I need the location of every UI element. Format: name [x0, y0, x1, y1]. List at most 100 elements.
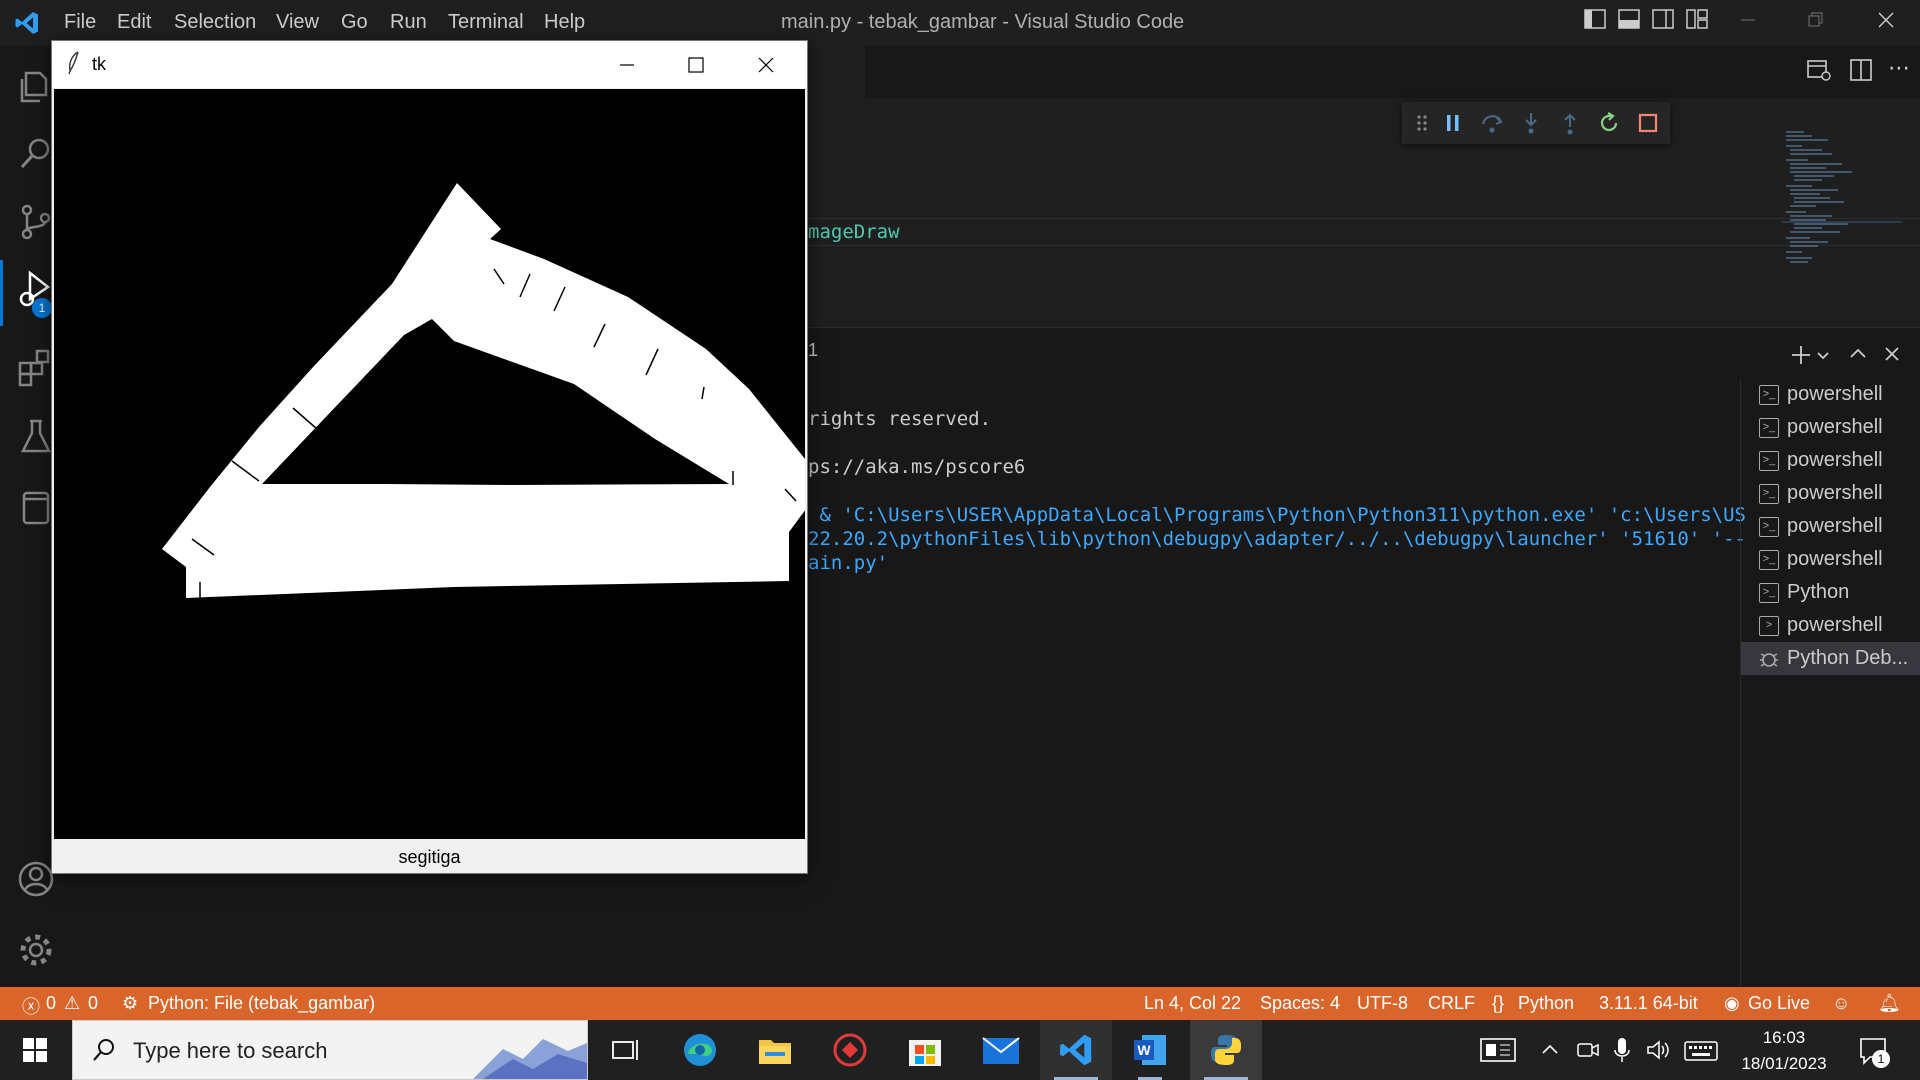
terminal-tab[interactable]: >_ powershell: [1741, 510, 1920, 543]
terminal-tab[interactable]: >_ powershell: [1741, 543, 1920, 576]
python-app-icon[interactable]: [1190, 1020, 1262, 1080]
notifications-bell-icon[interactable]: 🔔︎: [1878, 993, 1901, 1014]
more-actions-icon[interactable]: ⋯: [1886, 55, 1912, 81]
restart-icon[interactable]: [1596, 110, 1622, 136]
tk-minimize-icon[interactable]: [617, 55, 637, 75]
microphone-icon[interactable]: [1612, 1036, 1632, 1064]
terminal-line: & 'C:\Users\USER\AppData\Local\Programs\…: [808, 504, 1746, 526]
customize-layout-icon[interactable]: [1682, 8, 1712, 38]
vscode-logo-icon: [15, 12, 38, 34]
meet-now-icon[interactable]: [1576, 1038, 1600, 1062]
terminal-tab[interactable]: >_ powershell: [1741, 411, 1920, 444]
go-live[interactable]: Go Live: [1748, 993, 1810, 1014]
drawing-canvas[interactable]: [54, 89, 806, 839]
menu-run[interactable]: Run: [390, 11, 427, 34]
terminal-icon: >_: [1759, 550, 1779, 570]
prediction-label: segitiga: [398, 847, 461, 867]
vscode-title-bar: File Edit Selection View Go Run Terminal…: [0, 0, 1920, 45]
new-terminal-icon[interactable]: [1786, 340, 1816, 370]
tk-window-title: tk: [92, 54, 107, 74]
tk-close-icon[interactable]: [756, 55, 776, 75]
close-panel-icon[interactable]: [1880, 342, 1904, 366]
drag-handle-icon[interactable]: [1410, 110, 1436, 136]
svg-text:W: W: [1137, 1042, 1151, 1058]
stop-icon[interactable]: [1635, 110, 1661, 136]
python-interpreter[interactable]: 3.11.1 64-bit: [1599, 993, 1698, 1014]
warning-icon[interactable]: ⚠: [64, 993, 80, 1014]
code-fragment: mageDraw: [808, 221, 900, 243]
word-icon[interactable]: W: [1114, 1020, 1186, 1080]
cursor-position[interactable]: Ln 4, Col 22: [1144, 993, 1241, 1014]
step-into-icon[interactable]: [1518, 110, 1544, 136]
close-icon[interactable]: [1871, 8, 1901, 38]
task-view-icon[interactable]: [590, 1020, 662, 1080]
panel-tab-fragment[interactable]: 1: [808, 340, 818, 364]
debug-config[interactable]: Python: File (tebak_gambar): [148, 993, 375, 1014]
language-icon: {}: [1492, 993, 1505, 1013]
restore-icon[interactable]: [1801, 8, 1831, 38]
search-placeholder: Type here to search: [133, 1038, 328, 1063]
warning-count[interactable]: 0: [88, 993, 98, 1014]
terminal-tab[interactable]: >_ Python: [1741, 576, 1920, 609]
menu-view[interactable]: View: [276, 11, 319, 34]
security-app-icon[interactable]: [814, 1020, 886, 1080]
menu-selection[interactable]: Selection: [174, 11, 256, 34]
menu-file[interactable]: File: [64, 11, 96, 34]
terminal-tab[interactable]: >_ powershell: [1741, 378, 1920, 411]
debug-badge: 1: [32, 298, 52, 318]
step-out-icon[interactable]: [1557, 110, 1583, 136]
window-title: main.py - tebak_gambar - Visual Studio C…: [781, 11, 1185, 33]
error-icon[interactable]: ⓧ: [22, 993, 40, 1019]
tk-maximize-icon[interactable]: [686, 55, 706, 75]
terminal-icon: >_: [1759, 385, 1779, 405]
terminal-icon: >_: [1759, 484, 1779, 504]
indentation[interactable]: Spaces: 4: [1260, 993, 1340, 1014]
chevron-down-icon[interactable]: [1814, 346, 1832, 364]
menu-go[interactable]: Go: [341, 11, 368, 34]
clock-date: 18/01/2023: [1741, 1054, 1827, 1073]
vscode-taskbar-icon[interactable]: [1040, 1020, 1112, 1080]
volume-icon[interactable]: [1646, 1038, 1672, 1062]
clock[interactable]: 16:03 18/01/2023: [1734, 1026, 1834, 1076]
error-count[interactable]: 0: [46, 993, 56, 1014]
debug-config-icon: ⚙: [122, 993, 139, 1013]
feedback-icon[interactable]: ☺: [1832, 993, 1850, 1014]
toggle-panel-icon[interactable]: [1614, 8, 1644, 38]
end-of-line[interactable]: CRLF: [1428, 993, 1475, 1014]
mail-icon[interactable]: [964, 1020, 1036, 1080]
language-mode[interactable]: Python: [1518, 993, 1574, 1014]
microsoft-store-icon[interactable]: [889, 1020, 961, 1080]
minimap[interactable]: [1782, 128, 1902, 288]
toggle-secondary-sidebar-icon[interactable]: [1648, 8, 1678, 38]
menu-edit[interactable]: Edit: [117, 11, 151, 34]
terminal-tab[interactable]: >_ powershell: [1741, 477, 1920, 510]
open-preview-icon[interactable]: [1806, 57, 1832, 83]
windows-start-icon[interactable]: [22, 1037, 48, 1063]
terminal-tab[interactable]: > powershell: [1741, 609, 1920, 642]
notification-center-icon[interactable]: 1: [1858, 1036, 1892, 1068]
settings-gear-icon[interactable]: [14, 928, 58, 972]
pause-icon[interactable]: [1440, 110, 1466, 136]
terminal-icon: >_: [1759, 583, 1779, 603]
menu-help[interactable]: Help: [544, 11, 585, 34]
minimize-icon[interactable]: [1733, 8, 1763, 38]
debug-toolbar: [1402, 102, 1670, 144]
menu-terminal[interactable]: Terminal: [448, 11, 524, 34]
encoding[interactable]: UTF-8: [1357, 993, 1408, 1014]
toggle-primary-sidebar-icon[interactable]: [1580, 8, 1610, 38]
maximize-panel-icon[interactable]: [1846, 342, 1870, 366]
terminal-tab-active[interactable]: Python Deb...: [1741, 642, 1920, 675]
keyboard-icon[interactable]: [1684, 1040, 1718, 1062]
taskbar-search[interactable]: Type here to search: [72, 1020, 588, 1080]
terminal-tab[interactable]: >_ powershell: [1741, 444, 1920, 477]
edge-icon[interactable]: [664, 1020, 736, 1080]
tk-window: tk segitiga: [51, 40, 808, 874]
file-explorer-icon[interactable]: [739, 1020, 811, 1080]
search-highlight-art-icon: [473, 1039, 587, 1079]
tk-titlebar[interactable]: tk: [52, 41, 807, 88]
terminal-list: >_ powershell >_ powershell >_ powershel…: [1740, 378, 1920, 987]
split-editor-icon[interactable]: [1848, 57, 1874, 83]
step-over-icon[interactable]: [1479, 110, 1505, 136]
news-widget-icon[interactable]: [1480, 1036, 1516, 1064]
tray-chevron-up-icon[interactable]: [1540, 1040, 1560, 1060]
